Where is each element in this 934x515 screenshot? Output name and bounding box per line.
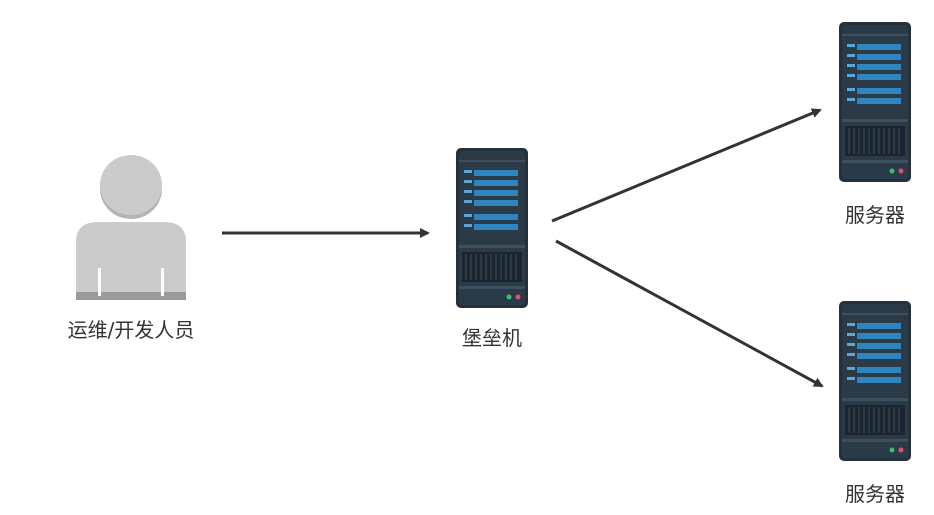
server-1-label: 服务器 (845, 203, 905, 227)
edge-bastion-to-server-2 (555, 239, 824, 388)
bastion-server-icon (456, 148, 528, 308)
server-2-label: 服务器 (845, 482, 905, 506)
person-icon (76, 155, 186, 300)
user-label: 运维/开发人员 (67, 318, 195, 342)
server-1-icon (839, 22, 911, 182)
diagram-canvas (76, 22, 911, 461)
edge-bastion-to-server-1 (551, 108, 822, 223)
server-2-icon (839, 301, 911, 461)
bastion-label: 堡垒机 (462, 326, 522, 350)
